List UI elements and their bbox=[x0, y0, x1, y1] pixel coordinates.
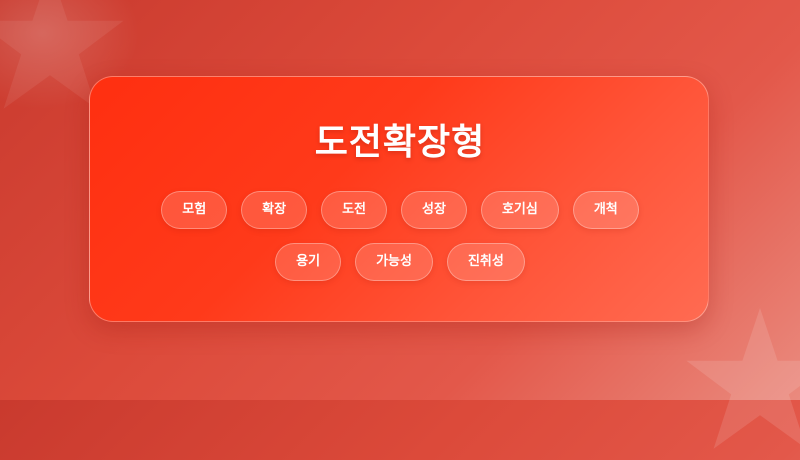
tag-row-2: 용기 가능성 진취성 bbox=[0, 243, 800, 281]
result-title: 도전확장형 bbox=[314, 122, 486, 163]
keyword-tag: 용기 bbox=[275, 243, 342, 281]
keyword-tag: 호기심 bbox=[480, 191, 559, 229]
keyword-tag: 성장 bbox=[401, 191, 467, 229]
tag-row-1: 모험 확장 도전 성장 호기심 개척 bbox=[0, 191, 800, 229]
keyword-tag: 모험 bbox=[161, 191, 228, 229]
keyword-tag: 개척 bbox=[572, 191, 639, 229]
star-shape-icon bbox=[686, 308, 800, 449]
keyword-tag: 진취성 bbox=[446, 243, 525, 281]
keyword-tag: 도전 bbox=[321, 191, 388, 229]
keyword-tag: 확장 bbox=[241, 191, 308, 229]
keyword-tag: 가능성 bbox=[355, 243, 433, 281]
